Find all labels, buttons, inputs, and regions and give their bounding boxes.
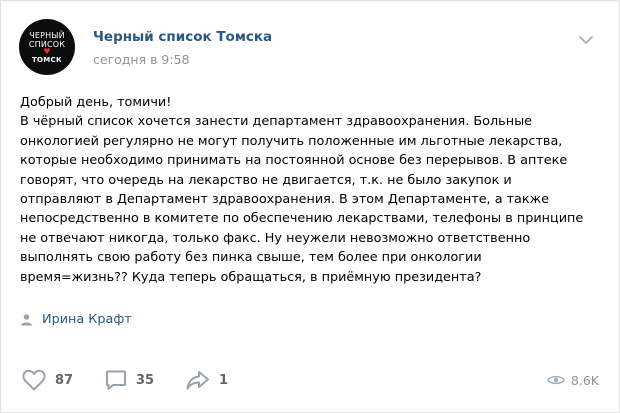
post-signer[interactable]: Ирина Крафт: [20, 312, 132, 327]
post-text: Добрый день, томичи! В чёрный список хоч…: [20, 95, 584, 285]
views-counter: 8.6K: [547, 363, 599, 397]
share-count: 1: [219, 372, 229, 388]
eye-icon: [547, 375, 565, 385]
post-author-link[interactable]: Черный список Томска: [93, 29, 272, 45]
like-count: 87: [55, 372, 74, 388]
post-card: ЧЕРНЫЙ СПИСОК ♥ ТОМСК Черный список Томс…: [0, 0, 620, 413]
avatar-text-line3: ТОМСК: [31, 56, 63, 64]
comment-count: 35: [136, 372, 155, 388]
community-avatar[interactable]: ЧЕРНЫЙ СПИСОК ♥ ТОМСК: [19, 19, 75, 75]
heart-outline-icon: [22, 369, 46, 391]
signer-name: Ирина Крафт: [42, 312, 132, 327]
post-date-link[interactable]: сегодня в 9:58: [93, 52, 190, 67]
comment-icon: [106, 370, 126, 390]
heart-icon: ♥: [43, 47, 51, 56]
chevron-down-icon[interactable]: [577, 33, 595, 47]
post-actions-bar: 87 35 1 8.6K: [1, 363, 619, 397]
share-icon: [186, 371, 209, 390]
like-button[interactable]: 87: [21, 363, 73, 397]
views-count: 8.6K: [570, 372, 599, 388]
share-button[interactable]: 1: [185, 363, 228, 397]
comment-button[interactable]: 35: [104, 363, 154, 397]
user-icon: [21, 314, 32, 326]
avatar-text-line1: ЧЕРНЫЙ: [29, 31, 65, 40]
